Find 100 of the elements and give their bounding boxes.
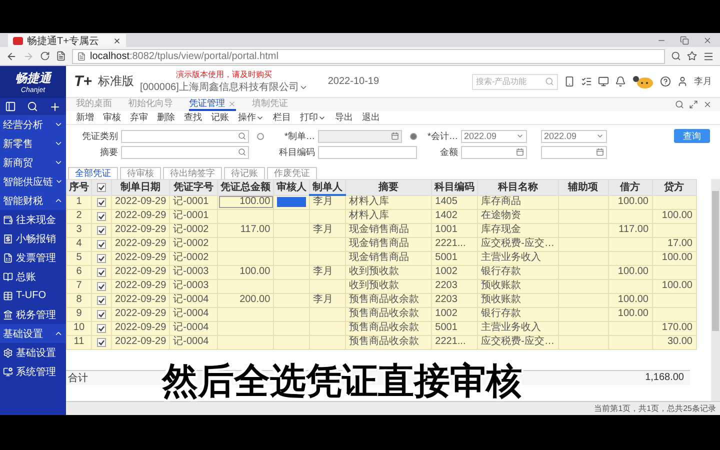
row-checkbox[interactable] bbox=[97, 254, 106, 262]
search-icon[interactable] bbox=[675, 100, 684, 109]
mascot-icon[interactable] bbox=[632, 74, 654, 88]
company-selector[interactable]: [000006]上海周鑫信息科技有限公司 bbox=[140, 80, 308, 94]
fullscreen-icon[interactable] bbox=[689, 100, 698, 109]
row-checkbox[interactable] bbox=[97, 268, 106, 276]
toolbar-button[interactable]: 记账 bbox=[211, 111, 229, 124]
field-label: 摘要 bbox=[99, 146, 118, 158]
period-field[interactable]: 2022.09 bbox=[541, 130, 607, 142]
toolbar-button[interactable]: 栏目 bbox=[273, 111, 291, 124]
select-all-checkbox[interactable] bbox=[97, 182, 106, 192]
column-header[interactable]: 贷方 bbox=[652, 180, 696, 195]
table-cell: 1 bbox=[66, 195, 92, 209]
bell-icon[interactable] bbox=[615, 76, 626, 87]
calendar-icon[interactable] bbox=[596, 148, 604, 156]
reviewer-input[interactable] bbox=[277, 197, 306, 207]
reload-icon[interactable] bbox=[40, 51, 50, 61]
panel-icon[interactable] bbox=[5, 101, 16, 112]
sidebar-group[interactable]: 新零售 bbox=[0, 134, 66, 153]
subtitle-caption: 然后全选凭证直接审核 bbox=[162, 361, 522, 401]
toolbar-button[interactable]: 查找 bbox=[184, 111, 202, 124]
toolbar-button[interactable]: 操作 bbox=[238, 111, 264, 124]
toolbar-button[interactable]: 打印 bbox=[300, 111, 326, 124]
summary-field[interactable] bbox=[121, 146, 249, 158]
scrollbar[interactable] bbox=[711, 179, 720, 401]
sidebar-group[interactable]: 经营分析 bbox=[0, 115, 66, 134]
browser-tab[interactable]: 畅捷通T+专属云 bbox=[8, 34, 126, 47]
category-field[interactable] bbox=[121, 130, 249, 142]
table-cell: 预收账款 bbox=[478, 293, 558, 307]
voucher-tab[interactable]: 待审核 bbox=[120, 167, 161, 179]
search-icon[interactable] bbox=[671, 51, 681, 61]
page-tab[interactable]: 凭证管理 bbox=[189, 98, 236, 111]
user-icon[interactable] bbox=[677, 76, 688, 87]
row-checkbox[interactable] bbox=[97, 324, 106, 332]
column-header[interactable]: 借方 bbox=[608, 180, 652, 195]
table-cell: 1001 bbox=[432, 223, 478, 237]
page-icon[interactable] bbox=[56, 51, 66, 61]
calendar-icon[interactable] bbox=[516, 148, 524, 156]
sidebar-group[interactable]: 智能财税 bbox=[0, 191, 66, 210]
phone-icon[interactable] bbox=[564, 76, 575, 87]
column-header[interactable]: 制单人 bbox=[310, 180, 346, 195]
sidebar-group[interactable]: 新商贸 bbox=[0, 153, 66, 172]
back-icon[interactable] bbox=[6, 50, 17, 62]
list-icon[interactable] bbox=[581, 76, 592, 87]
toolbar-button[interactable]: 退出 bbox=[362, 111, 380, 124]
close-icon[interactable] bbox=[703, 100, 712, 109]
calendar-icon[interactable] bbox=[391, 132, 399, 140]
column-header[interactable]: 辅助项 bbox=[558, 180, 608, 195]
add-icon[interactable] bbox=[48, 100, 61, 112]
voucher-tab[interactable]: 待出纳签字 bbox=[163, 167, 222, 179]
toolbar-button[interactable]: 弃审 bbox=[130, 111, 148, 124]
sidebar-group[interactable]: 智能供应链 bbox=[0, 172, 66, 191]
column-header[interactable]: 科目名称 bbox=[478, 180, 558, 195]
table-cell: 100.00 bbox=[652, 279, 696, 293]
amount-field[interactable] bbox=[541, 146, 607, 158]
menu-icon[interactable] bbox=[703, 50, 714, 62]
toolbar-button[interactable]: 删除 bbox=[157, 111, 175, 124]
radio-button[interactable] bbox=[257, 132, 264, 140]
table-cell: 2 bbox=[66, 209, 92, 223]
table-cell: 2022-09-29 bbox=[112, 209, 170, 223]
pager-text: 当前第1页，共1页，总共25条记录 bbox=[594, 403, 716, 414]
row-checkbox[interactable] bbox=[97, 240, 106, 248]
monitor-icon[interactable] bbox=[598, 76, 609, 87]
column-header[interactable]: 审核人 bbox=[274, 180, 310, 195]
column-header[interactable]: 摘要 bbox=[346, 180, 432, 195]
row-checkbox[interactable] bbox=[97, 296, 106, 304]
voucher-tab[interactable]: 作废凭证 bbox=[267, 167, 317, 179]
table-cell: 记-0002 bbox=[170, 251, 218, 265]
close-icon[interactable] bbox=[113, 36, 121, 44]
row-checkbox[interactable] bbox=[97, 310, 106, 318]
voucher-tab[interactable]: 全部凭证 bbox=[68, 167, 118, 179]
field-label: 科目编码 bbox=[278, 146, 315, 158]
column-header[interactable]: 科目编码 bbox=[432, 180, 478, 195]
address-bar[interactable]: localhost:8082/tplus/view/portal/portal.html bbox=[72, 48, 665, 64]
restore-icon[interactable] bbox=[680, 36, 689, 44]
search-icon[interactable] bbox=[238, 148, 246, 156]
column-header[interactable]: 凭证字号 bbox=[170, 180, 218, 195]
account-code-field[interactable] bbox=[318, 146, 417, 158]
table-cell: 现金销售商品 bbox=[346, 251, 432, 265]
amount-field[interactable] bbox=[461, 146, 527, 158]
row-checkbox[interactable] bbox=[97, 226, 106, 234]
period-field[interactable]: 2022.09 bbox=[461, 130, 527, 142]
page-icon bbox=[77, 52, 86, 60]
radio-button[interactable] bbox=[410, 132, 417, 140]
row-checkbox[interactable] bbox=[97, 338, 106, 346]
column-header[interactable]: 凭证总金额 bbox=[218, 180, 274, 195]
star-icon[interactable] bbox=[687, 51, 697, 61]
toolbar-button[interactable]: 新增 bbox=[76, 111, 94, 124]
toolbar-button[interactable]: 审核 bbox=[103, 111, 121, 124]
date-field[interactable] bbox=[318, 130, 402, 142]
toolbar-button[interactable]: 导出 bbox=[335, 111, 353, 124]
sidebar-group[interactable]: 基础设置 bbox=[0, 324, 66, 343]
column-header[interactable]: 制单日期 bbox=[112, 180, 170, 195]
help-icon[interactable] bbox=[660, 76, 671, 87]
row-checkbox[interactable] bbox=[97, 198, 106, 206]
row-checkbox[interactable] bbox=[97, 212, 106, 220]
table-cell: 100.00 bbox=[608, 265, 652, 279]
voucher-tab[interactable]: 待记账 bbox=[224, 167, 265, 179]
row-checkbox[interactable] bbox=[97, 282, 106, 290]
search-icon[interactable] bbox=[238, 132, 246, 140]
